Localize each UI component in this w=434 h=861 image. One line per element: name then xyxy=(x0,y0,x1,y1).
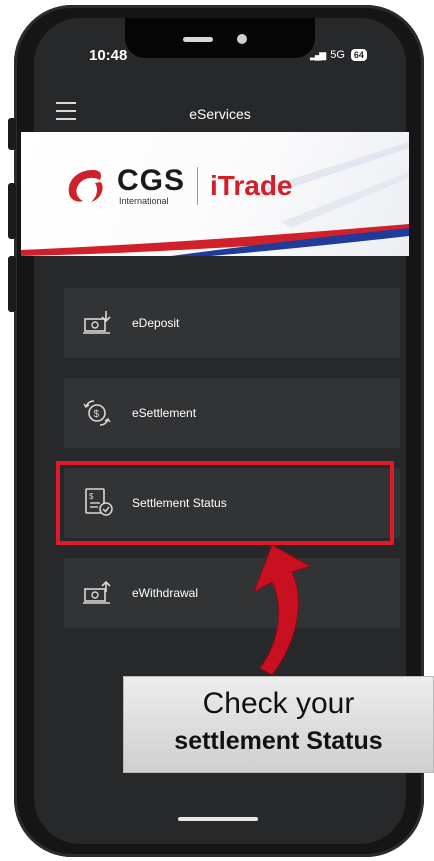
callout-line2: settlement Status xyxy=(174,727,383,755)
callout-box: Check your settlement Status xyxy=(123,676,434,773)
home-indicator[interactable] xyxy=(178,817,258,821)
callout-line1: Check your xyxy=(202,687,355,720)
